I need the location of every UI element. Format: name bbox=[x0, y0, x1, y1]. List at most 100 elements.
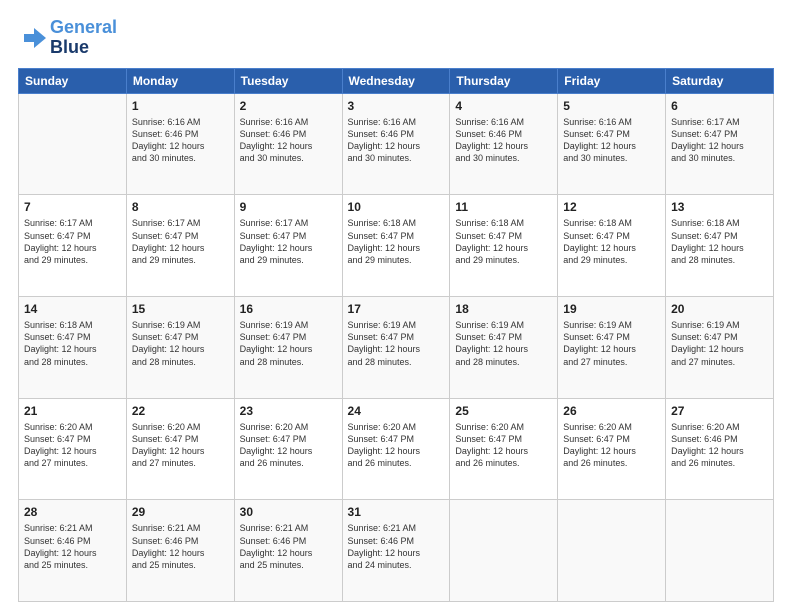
cell-info-line: Sunrise: 6:20 AM bbox=[563, 421, 660, 433]
cell-info-line: and 25 minutes. bbox=[240, 559, 337, 571]
cell-info-line: Daylight: 12 hours bbox=[563, 242, 660, 254]
cell-info-line: Sunset: 6:46 PM bbox=[132, 535, 229, 547]
day-number: 31 bbox=[348, 504, 445, 520]
cell-info-line: Sunrise: 6:16 AM bbox=[132, 116, 229, 128]
cell-info-line: Sunrise: 6:16 AM bbox=[240, 116, 337, 128]
cell-info-line: Daylight: 12 hours bbox=[24, 242, 121, 254]
day-number: 23 bbox=[240, 403, 337, 419]
logo: General Blue bbox=[18, 18, 117, 58]
calendar-cell: 15Sunrise: 6:19 AMSunset: 6:47 PMDayligh… bbox=[126, 296, 234, 398]
cell-info-line: and 27 minutes. bbox=[24, 457, 121, 469]
calendar-cell: 6Sunrise: 6:17 AMSunset: 6:47 PMDaylight… bbox=[666, 93, 774, 195]
cell-info-line: Sunset: 6:47 PM bbox=[455, 433, 552, 445]
calendar-cell: 12Sunrise: 6:18 AMSunset: 6:47 PMDayligh… bbox=[558, 195, 666, 297]
cell-info-line: Daylight: 12 hours bbox=[24, 445, 121, 457]
calendar-cell: 31Sunrise: 6:21 AMSunset: 6:46 PMDayligh… bbox=[342, 500, 450, 602]
cell-info-line: Sunset: 6:46 PM bbox=[240, 128, 337, 140]
day-number: 6 bbox=[671, 98, 768, 114]
day-number: 3 bbox=[348, 98, 445, 114]
calendar-cell: 17Sunrise: 6:19 AMSunset: 6:47 PMDayligh… bbox=[342, 296, 450, 398]
calendar-cell: 8Sunrise: 6:17 AMSunset: 6:47 PMDaylight… bbox=[126, 195, 234, 297]
cell-info-line: and 30 minutes. bbox=[348, 152, 445, 164]
cell-info-line: Sunrise: 6:19 AM bbox=[455, 319, 552, 331]
cell-info-line: Daylight: 12 hours bbox=[348, 140, 445, 152]
cell-info-line: Daylight: 12 hours bbox=[563, 445, 660, 457]
calendar-week-row: 7Sunrise: 6:17 AMSunset: 6:47 PMDaylight… bbox=[19, 195, 774, 297]
calendar-cell: 18Sunrise: 6:19 AMSunset: 6:47 PMDayligh… bbox=[450, 296, 558, 398]
cell-info-line: Sunrise: 6:20 AM bbox=[240, 421, 337, 433]
cell-info-line: and 30 minutes. bbox=[132, 152, 229, 164]
cell-info-line: Sunrise: 6:19 AM bbox=[563, 319, 660, 331]
day-number: 11 bbox=[455, 199, 552, 215]
calendar-cell: 9Sunrise: 6:17 AMSunset: 6:47 PMDaylight… bbox=[234, 195, 342, 297]
cell-info-line: Daylight: 12 hours bbox=[24, 547, 121, 559]
cell-info-line: Daylight: 12 hours bbox=[671, 242, 768, 254]
cell-info-line: Sunset: 6:47 PM bbox=[563, 230, 660, 242]
calendar-cell: 26 Sunrise: 6:20 AMSunset: 6:47 PMDayligh… bbox=[558, 398, 666, 500]
cell-info-line: and 29 minutes. bbox=[455, 254, 552, 266]
cell-info-line: Sunset: 6:46 PM bbox=[348, 535, 445, 547]
cell-info-line: Sunset: 6:47 PM bbox=[132, 331, 229, 343]
cell-info-line: Daylight: 12 hours bbox=[348, 343, 445, 355]
calendar-cell bbox=[450, 500, 558, 602]
cell-info-line: and 29 minutes. bbox=[563, 254, 660, 266]
cell-info-line: Sunset: 6:47 PM bbox=[671, 128, 768, 140]
calendar-cell: 3Sunrise: 6:16 AMSunset: 6:46 PMDaylight… bbox=[342, 93, 450, 195]
calendar-cell: 22Sunrise: 6:20 AMSunset: 6:47 PMDayligh… bbox=[126, 398, 234, 500]
cell-info-line: and 30 minutes. bbox=[240, 152, 337, 164]
cell-info-line: Sunset: 6:47 PM bbox=[563, 331, 660, 343]
day-number: 26 bbox=[563, 403, 660, 419]
cell-info-line: and 28 minutes. bbox=[348, 356, 445, 368]
day-number: 24 bbox=[348, 403, 445, 419]
cell-info-line: Sunset: 6:47 PM bbox=[24, 331, 121, 343]
cell-info-line: and 29 minutes. bbox=[24, 254, 121, 266]
weekday-header: Saturday bbox=[666, 68, 774, 93]
calendar-week-row: 28Sunrise: 6:21 AMSunset: 6:46 PMDayligh… bbox=[19, 500, 774, 602]
calendar-cell bbox=[19, 93, 127, 195]
day-number: 18 bbox=[455, 301, 552, 317]
cell-info-line: Sunset: 6:46 PM bbox=[455, 128, 552, 140]
day-number: 1 bbox=[132, 98, 229, 114]
cell-info-line: Sunrise: 6:21 AM bbox=[132, 522, 229, 534]
calendar-cell: 24Sunrise: 6:20 AMSunset: 6:47 PMDayligh… bbox=[342, 398, 450, 500]
calendar-cell: 10Sunrise: 6:18 AMSunset: 6:47 PMDayligh… bbox=[342, 195, 450, 297]
logo-text: General Blue bbox=[50, 18, 117, 58]
cell-info-line: Sunset: 6:47 PM bbox=[348, 433, 445, 445]
day-number: 27 bbox=[671, 403, 768, 419]
day-number: 30 bbox=[240, 504, 337, 520]
cell-info-line: Daylight: 12 hours bbox=[132, 242, 229, 254]
cell-info-line: Sunset: 6:46 PM bbox=[132, 128, 229, 140]
cell-info-line: Sunrise: 6:21 AM bbox=[24, 522, 121, 534]
calendar-cell: 14Sunrise: 6:18 AMSunset: 6:47 PMDayligh… bbox=[19, 296, 127, 398]
cell-info-line: Daylight: 12 hours bbox=[563, 343, 660, 355]
cell-info-line: Sunrise: 6:18 AM bbox=[348, 217, 445, 229]
day-number: 7 bbox=[24, 199, 121, 215]
cell-info-line: Sunset: 6:47 PM bbox=[671, 230, 768, 242]
weekday-header: Wednesday bbox=[342, 68, 450, 93]
calendar-table: SundayMondayTuesdayWednesdayThursdayFrid… bbox=[18, 68, 774, 602]
cell-info-line: and 26 minutes. bbox=[348, 457, 445, 469]
cell-info-line: and 29 minutes. bbox=[132, 254, 229, 266]
cell-info-line: Sunrise: 6:20 AM bbox=[455, 421, 552, 433]
cell-info-line: Sunset: 6:47 PM bbox=[455, 331, 552, 343]
calendar-cell: 20Sunrise: 6:19 AMSunset: 6:47 PMDayligh… bbox=[666, 296, 774, 398]
cell-info-line: Sunset: 6:47 PM bbox=[563, 128, 660, 140]
calendar-header-row: SundayMondayTuesdayWednesdayThursdayFrid… bbox=[19, 68, 774, 93]
page: General Blue SundayMondayTuesdayWednesda… bbox=[0, 0, 792, 612]
calendar-cell: 19 Sunrise: 6:19 AMSunset: 6:47 PMDayligh… bbox=[558, 296, 666, 398]
day-number: 8 bbox=[132, 199, 229, 215]
cell-info-line: Sunset: 6:47 PM bbox=[563, 433, 660, 445]
cell-info-line: Sunrise: 6:20 AM bbox=[132, 421, 229, 433]
calendar-cell: 21Sunrise: 6:20 AMSunset: 6:47 PMDayligh… bbox=[19, 398, 127, 500]
cell-info-line: Sunrise: 6:21 AM bbox=[348, 522, 445, 534]
cell-info-line: Daylight: 12 hours bbox=[455, 445, 552, 457]
day-number: 22 bbox=[132, 403, 229, 419]
cell-info-line: Sunrise: 6:20 AM bbox=[24, 421, 121, 433]
header: General Blue bbox=[18, 18, 774, 58]
cell-info-line: and 26 minutes. bbox=[563, 457, 660, 469]
day-number: 19 bbox=[563, 301, 660, 317]
cell-info-line: Sunrise: 6:19 AM bbox=[132, 319, 229, 331]
day-number: 12 bbox=[563, 199, 660, 215]
calendar-cell: 25Sunrise: 6:20 AMSunset: 6:47 PMDayligh… bbox=[450, 398, 558, 500]
calendar-cell: 7Sunrise: 6:17 AMSunset: 6:47 PMDaylight… bbox=[19, 195, 127, 297]
